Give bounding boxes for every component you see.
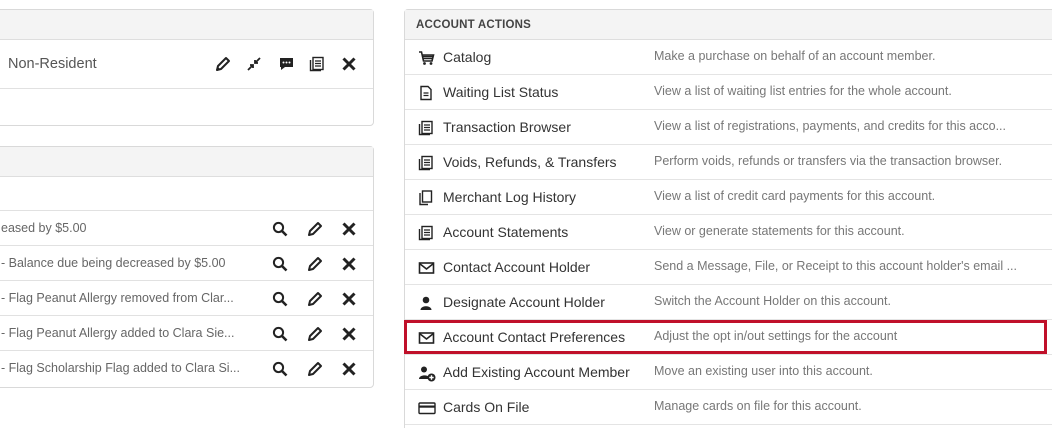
action-row[interactable]: Account Statements View or generate state… [405, 215, 1052, 250]
selection-highlight [404, 320, 1047, 354]
search-icon[interactable] [271, 325, 289, 343]
action-row[interactable]: Merchant Log History View a list of credi… [405, 180, 1052, 215]
action-label[interactable]: Catalog [443, 49, 491, 65]
action-row[interactable]: Voids, Refunds, & Transfers Perform voids… [405, 145, 1052, 180]
copy-icon [418, 190, 434, 206]
history-panel: eased by $5.00 - Balance due being decrea… [0, 146, 374, 388]
action-description: Manage cards on file for this account. [654, 399, 862, 413]
member-panel: Non-Resident [0, 9, 374, 126]
action-description: Send a Message, File, or Receipt to this… [654, 259, 1017, 273]
action-label[interactable]: Account Statements [443, 224, 568, 240]
action-label[interactable]: Waiting List Status [443, 84, 558, 100]
panel-title: ACCOUNT ACTIONS [416, 19, 532, 31]
pencil-icon[interactable] [306, 290, 324, 308]
action-row[interactable]: Contact Account Holder Send a Message, Fi… [405, 250, 1052, 285]
action-description: View a list of registrations, payments, … [654, 119, 1007, 133]
pencil-icon[interactable] [306, 255, 324, 273]
add-user-icon [418, 365, 436, 382]
pencil-icon[interactable] [214, 55, 232, 73]
envelope-icon [418, 260, 435, 276]
action-description: View or generate statements for this acc… [654, 224, 905, 238]
history-row-text: - Flag Peanut Allergy removed from Clar.… [1, 291, 234, 305]
action-label[interactable]: Voids, Refunds, & Transfers [443, 154, 617, 170]
search-icon[interactable] [271, 290, 289, 308]
collapse-icon[interactable] [245, 55, 263, 73]
history-row: - Balance due being decreased by $5.00 [0, 246, 373, 281]
cart-icon [418, 50, 435, 66]
action-description: Perform voids, refunds or transfers via … [654, 154, 1003, 168]
action-label[interactable]: Transaction Browser [443, 119, 571, 135]
history-row-text: eased by $5.00 [1, 221, 87, 235]
account-actions-panel: ACCOUNT ACTIONS Catalog Make a purchase o… [404, 9, 1052, 428]
history-row: - Flag Peanut Allergy removed from Clar.… [0, 281, 373, 316]
search-icon[interactable] [271, 360, 289, 378]
history-subheader [0, 177, 373, 211]
close-icon[interactable] [340, 255, 358, 273]
residency-label: Non-Resident [8, 56, 97, 72]
action-row[interactable]: Catalog Make a purchase on behalf of an a… [405, 40, 1052, 75]
pencil-icon[interactable] [306, 325, 324, 343]
close-icon[interactable] [340, 55, 358, 73]
history-panel-header [0, 147, 373, 177]
close-icon[interactable] [340, 325, 358, 343]
close-icon[interactable] [340, 360, 358, 378]
history-row: - Flag Peanut Allergy added to Clara Sie… [0, 316, 373, 351]
pencil-icon[interactable] [306, 220, 324, 238]
history-row: eased by $5.00 [0, 211, 373, 246]
action-row[interactable]: Waiting List Status View a list of waitin… [405, 75, 1052, 110]
member-row: Non-Resident [0, 41, 373, 89]
action-label[interactable]: Designate Account Holder [443, 294, 605, 310]
receipt-icon [418, 225, 434, 241]
action-row[interactable]: Add Existing Account Member Move an exist… [405, 355, 1052, 390]
action-row[interactable]: Designate Account Holder Switch the Accou… [405, 285, 1052, 320]
user-icon [418, 295, 434, 311]
history-row-text: - Flag Scholarship Flag added to Clara S… [1, 361, 241, 375]
action-label[interactable]: Contact Account Holder [443, 259, 590, 275]
history-row: - Flag Scholarship Flag added to Clara S… [0, 351, 373, 386]
action-label[interactable]: Add Existing Account Member [443, 364, 630, 380]
action-description: View a list of waiting list entries for … [654, 84, 952, 98]
close-icon[interactable] [340, 290, 358, 308]
action-label[interactable]: Merchant Log History [443, 189, 576, 205]
member-panel-header [0, 10, 373, 40]
search-icon[interactable] [271, 220, 289, 238]
comment-icon[interactable] [277, 55, 295, 73]
account-actions-header: ACCOUNT ACTIONS [405, 10, 1052, 40]
action-description: Switch the Account Holder on this accoun… [654, 294, 891, 308]
action-description: View a list of credit card payments for … [654, 189, 936, 203]
action-row[interactable]: Cards On File Manage cards on file for th… [405, 390, 1052, 425]
document-icon [418, 85, 434, 101]
action-description: Move an existing user into this account. [654, 364, 873, 378]
close-icon[interactable] [340, 220, 358, 238]
receipt-icon[interactable] [308, 55, 326, 73]
action-description: Make a purchase on behalf of an account … [654, 49, 936, 63]
credit-card-icon [418, 400, 436, 416]
history-row-text: - Flag Peanut Allergy added to Clara Sie… [1, 326, 235, 340]
pencil-icon[interactable] [306, 360, 324, 378]
receipt-icon [418, 120, 434, 136]
action-row[interactable]: Transaction Browser View a list of regist… [405, 110, 1052, 145]
action-label[interactable]: Cards On File [443, 399, 529, 415]
search-icon[interactable] [271, 255, 289, 273]
receipt-icon [418, 155, 434, 171]
history-row-text: - Balance due being decreased by $5.00 [1, 256, 226, 270]
